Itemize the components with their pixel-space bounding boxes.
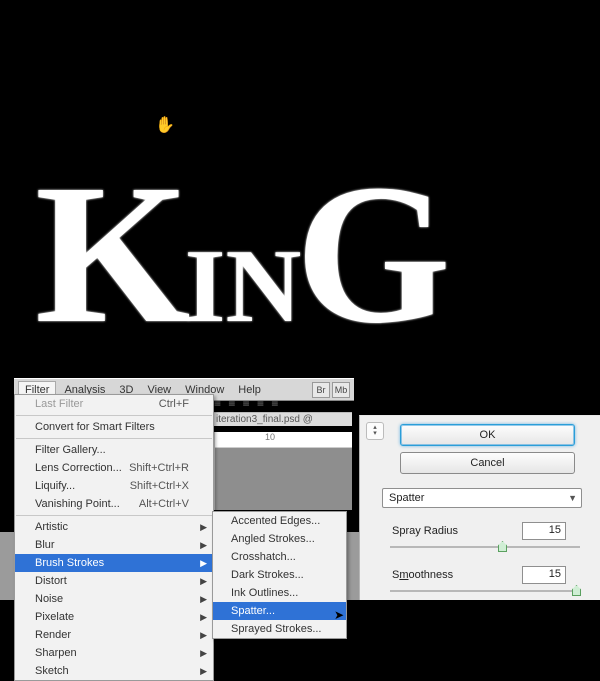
smoothness-slider[interactable] bbox=[390, 586, 580, 596]
spray-radius-row: Spray Radius 15 bbox=[392, 522, 600, 540]
smoothness-input[interactable]: 15 bbox=[522, 566, 566, 584]
expand-collapse-icon[interactable]: ▴▾ bbox=[366, 422, 384, 440]
cancel-button[interactable]: Cancel bbox=[400, 452, 575, 474]
menu-brush-strokes[interactable]: Brush Strokes▶ bbox=[15, 554, 213, 572]
submenu-sprayed-strokes[interactable]: Sprayed Strokes... bbox=[213, 620, 346, 638]
menu-lens-correction[interactable]: Lens Correction...Shift+Ctrl+R bbox=[15, 459, 213, 477]
menu-pixelate[interactable]: Pixelate▶ bbox=[15, 608, 213, 626]
menu-help[interactable]: Help bbox=[232, 382, 267, 398]
menu-noise[interactable]: Noise▶ bbox=[15, 590, 213, 608]
filter-dropdown[interactable]: Last Filter Ctrl+F Convert for Smart Fil… bbox=[14, 394, 214, 681]
menu-sharpen[interactable]: Sharpen▶ bbox=[15, 644, 213, 662]
spray-radius-slider[interactable] bbox=[390, 542, 580, 552]
menu-liquify[interactable]: Liquify...Shift+Ctrl+X bbox=[15, 477, 213, 495]
smoothness-label: Smoothness bbox=[392, 569, 522, 581]
ruler-mark: 10 bbox=[215, 432, 352, 448]
menu-vanishing-point[interactable]: Vanishing Point...Alt+Ctrl+V bbox=[15, 495, 213, 513]
submenu-crosshatch[interactable]: Crosshatch... bbox=[213, 548, 346, 566]
menu-distort[interactable]: Distort▶ bbox=[15, 572, 213, 590]
spray-radius-label: Spray Radius bbox=[392, 525, 522, 537]
brush-strokes-submenu[interactable]: Accented Edges... Angled Strokes... Cros… bbox=[212, 511, 347, 639]
smoothness-row: Smoothness 15 bbox=[392, 566, 600, 584]
canvas-text: KinG bbox=[35, 155, 575, 355]
submenu-angled-strokes[interactable]: Angled Strokes... bbox=[213, 530, 346, 548]
spray-radius-input[interactable]: 15 bbox=[522, 522, 566, 540]
menu-blur[interactable]: Blur▶ bbox=[15, 536, 213, 554]
filter-options-dialog[interactable]: ▴▾ OK Cancel Spatter ▼ Spray Radius 15 S… bbox=[359, 415, 600, 600]
submenu-accented-edges[interactable]: Accented Edges... bbox=[213, 512, 346, 530]
move-cursor-icon: ✋ bbox=[155, 115, 173, 133]
submenu-dark-strokes[interactable]: Dark Strokes... bbox=[213, 566, 346, 584]
menu-filter-gallery[interactable]: Filter Gallery... bbox=[15, 441, 213, 459]
effect-combo[interactable]: Spatter ▼ bbox=[382, 488, 582, 508]
chevron-down-icon: ▼ bbox=[568, 493, 577, 503]
menu-artistic[interactable]: Artistic▶ bbox=[15, 518, 213, 536]
ruler-area: 10 bbox=[214, 432, 352, 510]
submenu-ink-outlines[interactable]: Ink Outlines... bbox=[213, 584, 346, 602]
menu-last-filter: Last Filter Ctrl+F bbox=[15, 395, 213, 413]
menu-sketch[interactable]: Sketch▶ bbox=[15, 662, 213, 680]
mb-icon[interactable]: Mb bbox=[332, 382, 350, 398]
effect-combo-value: Spatter bbox=[389, 492, 424, 504]
document-tab[interactable]: iteration3_final.psd @ bbox=[212, 412, 352, 426]
bridge-icon[interactable]: Br bbox=[312, 382, 330, 398]
menu-convert-smart[interactable]: Convert for Smart Filters bbox=[15, 418, 213, 436]
submenu-spatter[interactable]: Spatter... ➤ bbox=[213, 602, 346, 620]
menu-render[interactable]: Render▶ bbox=[15, 626, 213, 644]
